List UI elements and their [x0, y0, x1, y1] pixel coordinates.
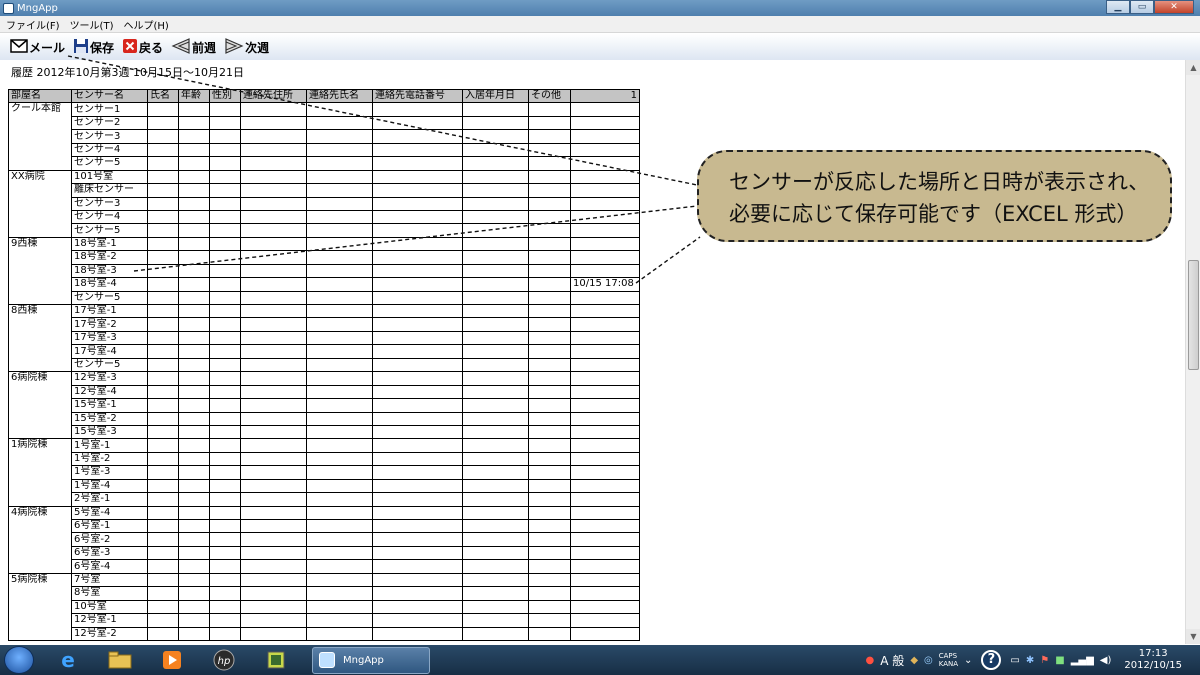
help-icon[interactable]: ?: [981, 650, 1002, 670]
leader-line-cell: [133, 205, 698, 272]
scroll-up-arrow-icon[interactable]: ▲: [1186, 60, 1200, 75]
caps-kana-indicator: CAPS KANA: [939, 652, 958, 668]
media-player-icon[interactable]: [154, 647, 190, 673]
scroll-down-arrow-icon[interactable]: ▼: [1186, 629, 1200, 644]
scroll-thumb[interactable]: [1188, 260, 1199, 370]
leader-line-toolbar: [67, 55, 698, 186]
taskbar-task-label: MngApp: [343, 654, 384, 666]
vertical-scrollbar[interactable]: ▲ ▼: [1185, 60, 1200, 644]
system-tray: ● A 般 ◆ ◎ CAPS KANA ⌄ ? ▭ ✱ ⚑ ■ ▂▄▆ ◀) 1…: [863, 645, 1200, 675]
network-signal-icon[interactable]: ▂▄▆: [1071, 655, 1094, 666]
hp-icon[interactable]: hp: [206, 647, 242, 673]
clock-time: 17:13: [1138, 648, 1168, 659]
alert-flag-icon[interactable]: ●: [866, 655, 875, 666]
system-clock[interactable]: 17:13 2012/10/15: [1124, 648, 1182, 672]
taskbar-mngapp-button[interactable]: MngApp: [312, 646, 430, 674]
options-icon[interactable]: ⌄: [964, 655, 972, 666]
caps-label: CAPS: [938, 652, 958, 660]
file-explorer-icon[interactable]: [102, 647, 138, 673]
ime-tool-icon[interactable]: ◆: [910, 655, 918, 666]
internet-explorer-icon[interactable]: e: [50, 647, 86, 673]
callout-line-1: センサーが反応した場所と日時が表示され、: [729, 170, 1150, 194]
annotation-callout: センサーが反応した場所と日時が表示され、 必要に応じて保存可能です（EXCEL …: [697, 150, 1172, 242]
mngapp-taskbar-icon: [319, 652, 335, 668]
app-shortcut-icon[interactable]: [258, 647, 294, 673]
svg-text:hp: hp: [218, 656, 231, 667]
clock-date: 2012/10/15: [1124, 660, 1182, 671]
kana-label: KANA: [938, 660, 959, 668]
bluetooth-icon[interactable]: ✱: [1026, 655, 1034, 666]
security-shield-icon[interactable]: ■: [1055, 655, 1064, 666]
ime-mode-indicator[interactable]: A 般: [880, 652, 904, 669]
callout-line-2: 必要に応じて保存可能です（EXCEL 形式）: [729, 202, 1138, 226]
action-center-flag-icon[interactable]: ⚑: [1040, 655, 1049, 666]
callout-leader-lines: [67, 55, 701, 284]
taskbar: e hp MngApp ● A 般 ◆ ◎ CAPS KANA ⌄ ? ▭ ✱ …: [0, 645, 1200, 675]
network-device-icon[interactable]: ▭: [1010, 655, 1019, 666]
start-button[interactable]: [4, 646, 34, 674]
volume-icon[interactable]: ◀): [1100, 655, 1112, 666]
leader-line-timestamp: [635, 236, 701, 284]
ime-help-icon[interactable]: ◎: [924, 655, 933, 666]
